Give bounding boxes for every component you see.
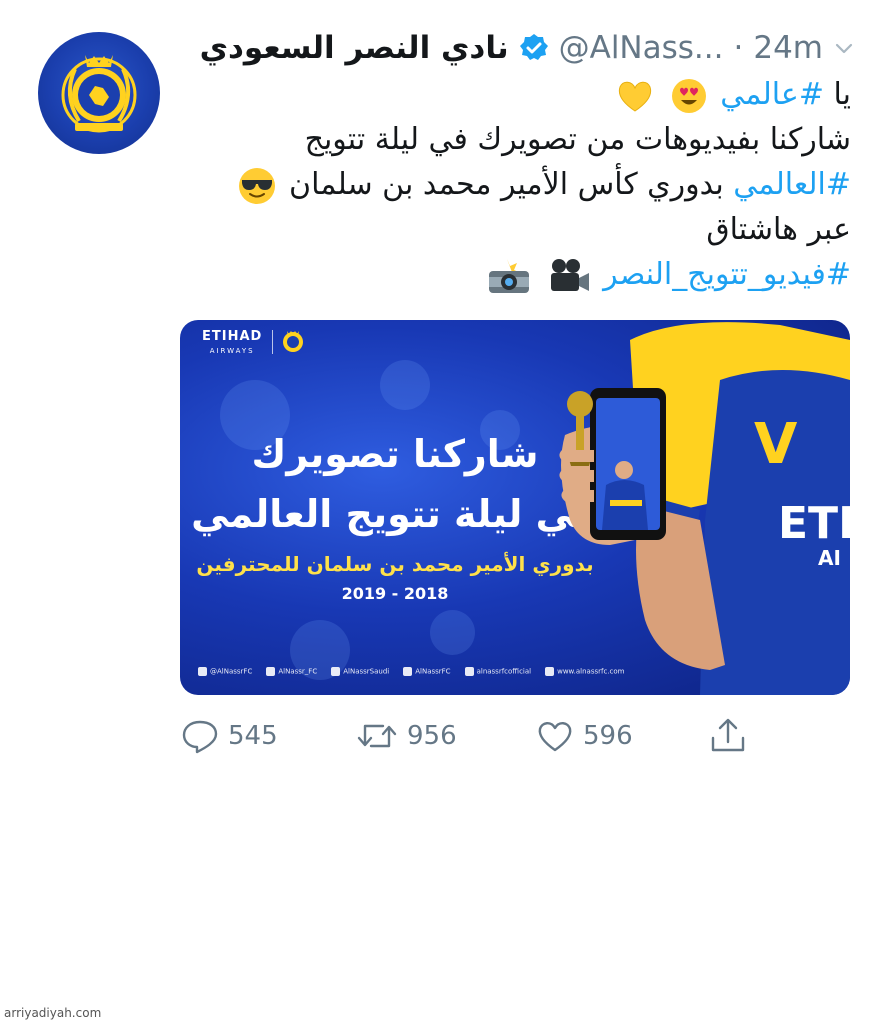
player-holding-phone-illustration: V ETI AI	[559, 322, 850, 695]
reply-count: 545	[228, 721, 278, 751]
author-handle[interactable]: @AlNass...	[559, 30, 724, 66]
promo-season: 2019 - 2018	[341, 584, 449, 603]
camera-flash-emoji-icon	[489, 258, 530, 293]
reply-icon	[182, 720, 218, 754]
chevron-down-icon[interactable]	[833, 37, 855, 59]
shirt-logo-letter: V	[754, 412, 798, 477]
retweet-icon	[357, 724, 397, 748]
yellow-heart-emoji-icon	[619, 81, 652, 112]
share-button[interactable]	[708, 716, 748, 756]
heart-icon	[538, 722, 572, 752]
share-icon	[711, 718, 745, 752]
club-crest-icon	[283, 331, 303, 352]
sponsor-subtitle: AIRWAYS	[209, 347, 255, 355]
youtube-icon	[464, 666, 474, 676]
shirt-sponsor-text: ETI	[778, 498, 850, 549]
like-button[interactable]: 596	[535, 716, 633, 756]
logo-divider	[272, 330, 273, 354]
author-avatar[interactable]	[38, 32, 160, 154]
retweet-count: 956	[407, 721, 457, 751]
retweet-button[interactable]: 956	[355, 716, 457, 756]
shirt-sponsor-subtext: AI	[818, 546, 841, 570]
hashtag-link[interactable]: #عالمي	[720, 77, 824, 112]
hashtag-link[interactable]: #العالمي	[733, 167, 851, 202]
sunglasses-emoji-icon	[238, 167, 275, 204]
author-name[interactable]: نادي النصر السعودي	[200, 30, 509, 66]
social-footer: @AlNassrFC AlNassr_FC AlNassrSaudi AlNas…	[198, 664, 625, 678]
promo-headline-2: في ليلة تتويج العالمي	[191, 492, 599, 536]
snapchat-icon	[331, 666, 341, 676]
hashtag-link[interactable]: #فيديو_تتويج_النصر	[603, 257, 851, 292]
like-count: 596	[583, 721, 633, 751]
promo-headline: شاركنا تصويرك	[251, 432, 539, 476]
bokeh-light	[380, 360, 430, 410]
tweet-line-4: عبر هاشتاق	[706, 212, 851, 247]
tweet-text-segment: يا	[823, 77, 852, 112]
verified-badge-icon	[519, 34, 548, 60]
facebook-icon	[403, 666, 413, 676]
social-handle: @AlNassrFC	[198, 666, 252, 676]
sponsor-name: ETIHAD	[202, 329, 263, 344]
social-handle: AlNassrFC	[403, 666, 451, 676]
tweet-line-3: #العالمي بدوري كأس الأمير محمد بن سلمان	[161, 162, 851, 207]
tweet-line-1: يا #عالمي	[161, 72, 851, 117]
movie-camera-emoji-icon	[550, 258, 589, 291]
tweet-line-2: شاركنا بفيديوهات من تصويرك في ليلة تتويج	[304, 122, 851, 157]
meta-separator: ·	[733, 30, 744, 66]
promo-subtitle: بدوري الأمير محمد بن سلمان للمحترفين	[196, 552, 594, 576]
sponsor-logo: ETIHAD AIRWAYS	[202, 330, 262, 358]
tweet-timestamp[interactable]: 24m	[753, 30, 823, 66]
tweet-media-image[interactable]: ETIHAD AIRWAYS شاركنا تصويرك في ليلة تتو…	[180, 320, 850, 695]
tweet-header: نادي النصر السعودي @AlNass... · 24m	[200, 26, 855, 70]
source-watermark: arriyadiyah.com	[4, 1006, 102, 1020]
social-handle: AlNassrSaudi	[331, 666, 389, 676]
heart-eyes-emoji-icon	[671, 78, 706, 113]
tweet-text-segment: بدوري كأس الأمير محمد بن سلمان	[289, 167, 734, 202]
tweet-text: يا #عالمي شاركنا بفيديوهات من تصويرك في …	[161, 72, 851, 297]
tweet-line-5: #فيديو_تتويج_النصر	[161, 252, 851, 297]
club-crest-icon	[61, 55, 137, 133]
social-handle: alnassrfcofficial	[464, 666, 531, 676]
bokeh-light	[430, 610, 475, 655]
reply-button[interactable]: 545	[180, 716, 278, 756]
twitter-icon	[198, 666, 207, 676]
tweet-action-bar: 545 956 596	[180, 716, 760, 756]
instagram-icon	[266, 666, 276, 676]
social-handle: AlNassr_FC	[266, 666, 317, 676]
